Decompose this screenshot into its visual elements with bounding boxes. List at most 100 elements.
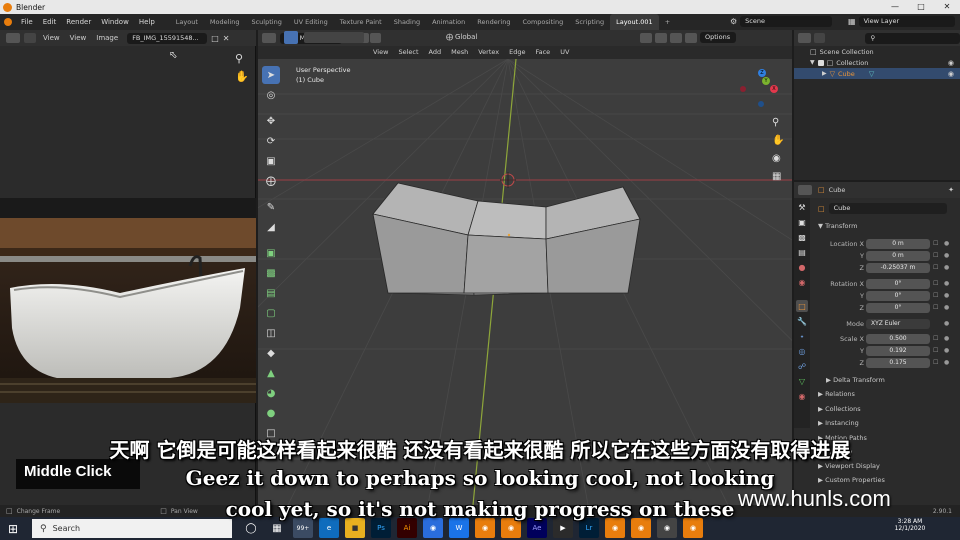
edge-browser-icon[interactable]: e <box>319 518 339 538</box>
vp-menu-vertex[interactable]: Vertex <box>473 46 504 59</box>
vp-menu-edge[interactable]: Edge <box>504 46 530 59</box>
gizmo-y-axis[interactable]: Y <box>762 77 770 85</box>
editor-type-icon[interactable] <box>798 33 812 43</box>
tab-animation[interactable]: Animation <box>426 14 471 30</box>
display-mode-icon[interactable] <box>814 33 826 43</box>
overlay-icon[interactable] <box>670 32 682 43</box>
vp-menu-mesh[interactable]: Mesh <box>446 46 473 59</box>
instancing-section[interactable]: ▶ Instancing <box>818 419 859 427</box>
view-layer-field[interactable]: View Layer <box>858 16 955 27</box>
select-box-tool-icon[interactable]: ➤ <box>262 66 280 84</box>
scale-y-field[interactable]: 0.192 <box>866 346 930 356</box>
tab-compositing[interactable]: Compositing <box>516 14 569 30</box>
keyframe-dot-icon[interactable]: ● <box>944 347 949 354</box>
select-mode-buttons[interactable] <box>304 32 364 43</box>
vp-menu-view[interactable]: View <box>368 46 393 59</box>
tab-rendering[interactable]: Rendering <box>471 14 516 30</box>
view-layer-selector[interactable]: ▦ View Layer <box>848 16 955 27</box>
keyframe-dot-icon[interactable]: ● <box>944 304 949 311</box>
active-blender-icon[interactable]: ◉ <box>657 518 677 538</box>
outliner-row-scene-collection[interactable]: □ Scene Collection <box>794 46 960 57</box>
outliner-row-collection[interactable]: ▼ □ Collection ◉ <box>794 57 960 68</box>
rotate-tool-icon[interactable]: ⟳ <box>262 132 280 150</box>
lock-icon[interactable]: ☐ <box>933 292 938 299</box>
outliner-search[interactable]: ⚲ <box>865 32 960 44</box>
after-effects-icon[interactable]: Ae <box>527 518 547 538</box>
vp-menu-uv[interactable]: UV <box>555 46 574 59</box>
vp-menu-select[interactable]: Select <box>393 46 423 59</box>
tab-layout[interactable]: Layout <box>170 14 204 30</box>
vp-menu-face[interactable]: Face <box>530 46 555 59</box>
location-z-field[interactable]: -0.25037 m <box>866 263 930 273</box>
scene-field[interactable]: Scene <box>740 16 833 27</box>
word-icon[interactable]: W <box>449 518 469 538</box>
output-tab-icon[interactable]: ▩ <box>796 231 808 243</box>
lock-icon[interactable]: ☐ <box>933 240 938 247</box>
relations-section[interactable]: ▶ Relations <box>818 390 855 398</box>
blender-task-icon-3[interactable]: ◉ <box>605 518 625 538</box>
xray-icon[interactable] <box>685 32 697 43</box>
file-explorer-icon[interactable]: ■ <box>345 518 365 538</box>
scene-selector[interactable]: ⚙ Scene <box>730 16 833 27</box>
keyframe-dot-icon[interactable]: ● <box>944 292 949 299</box>
keyframe-dot-icon[interactable]: ● <box>944 320 949 327</box>
view-layer-tab-icon[interactable]: ▤ <box>796 246 808 258</box>
tool-tab-icon[interactable]: ⚒ <box>796 201 808 213</box>
taskbar-search[interactable]: ⚲ Search <box>32 519 232 538</box>
tab-scripting[interactable]: Scripting <box>569 14 610 30</box>
menu-image[interactable]: Image <box>91 30 123 46</box>
lock-icon[interactable]: ☐ <box>933 252 938 259</box>
editor-type-icon[interactable] <box>262 33 276 43</box>
annotate-tool-icon[interactable]: ✎ <box>262 198 280 216</box>
physics-tab-icon[interactable]: ◎ <box>796 345 808 357</box>
visibility-eye-icon[interactable]: ◉ <box>948 59 954 67</box>
scale-x-field[interactable]: 0.500 <box>866 334 930 344</box>
world-tab-icon[interactable]: ◉ <box>796 276 808 288</box>
menu-window[interactable]: Window <box>96 14 134 30</box>
transform-tool-icon[interactable]: ⨁ <box>262 172 280 190</box>
blender-menu-icon[interactable] <box>4 18 12 26</box>
maximize-icon[interactable]: □ <box>908 0 934 14</box>
scale-z-field[interactable]: 0.175 <box>866 358 930 368</box>
pin-icon[interactable]: ✦ <box>948 186 954 194</box>
keyframe-dot-icon[interactable]: ● <box>944 240 949 247</box>
checkbox-icon[interactable] <box>817 59 824 66</box>
ortho-toggle-icon[interactable]: ▦ <box>772 171 781 182</box>
keyframe-dot-icon[interactable]: ● <box>944 280 949 287</box>
windows-start-icon[interactable]: ⊞ <box>8 522 18 536</box>
collections-section[interactable]: ▶ Collections <box>818 405 861 413</box>
tab-shading[interactable]: Shading <box>388 14 426 30</box>
proportional-icon[interactable] <box>655 32 667 43</box>
viewport-zoom-icon[interactable]: ⚲ <box>772 117 779 128</box>
extrude-tool-icon[interactable]: ▩ <box>262 264 280 282</box>
chrome-icon[interactable]: ◉ <box>423 518 443 538</box>
transform-section-header[interactable]: ▼ Transform <box>818 222 857 230</box>
zoom-icon[interactable]: ⚲ <box>235 52 243 65</box>
constraints-tab-icon[interactable]: ☍ <box>796 360 808 372</box>
delta-transform-section[interactable]: ▶ Delta Transform <box>826 376 885 384</box>
gizmo-z-axis[interactable]: Z <box>758 69 766 77</box>
modifier-tab-icon[interactable]: 🔧 <box>796 315 808 327</box>
loop-cut-tool-icon[interactable]: ◫ <box>262 324 280 342</box>
transform-orientation[interactable]: ⨁ Global <box>446 33 477 41</box>
options-dropdown[interactable]: Options <box>700 32 736 43</box>
vp-menu-add[interactable]: Add <box>424 46 447 59</box>
tab-texture-paint[interactable]: Texture Paint <box>334 14 388 30</box>
image-close-icon[interactable]: ✕ <box>223 34 230 43</box>
tab-uv-editing[interactable]: UV Editing <box>288 14 334 30</box>
measure-tool-icon[interactable]: ◢ <box>262 218 280 236</box>
keyframe-dot-icon[interactable]: ● <box>944 359 949 366</box>
knife-tool-icon[interactable]: ◆ <box>262 344 280 362</box>
location-x-field[interactable]: 0 m <box>866 239 930 249</box>
tab-modeling[interactable]: Modeling <box>204 14 246 30</box>
scale-tool-icon[interactable]: ▣ <box>262 152 280 170</box>
blender-task-icon-4[interactable]: ◉ <box>631 518 651 538</box>
menu-view[interactable]: View <box>65 30 92 46</box>
illustrator-icon[interactable]: Ai <box>397 518 417 538</box>
object-tab-icon[interactable]: □ <box>796 300 808 312</box>
visibility-eye-icon[interactable]: ◉ <box>948 70 954 78</box>
photoshop-icon[interactable]: Ps <box>371 518 391 538</box>
camera-view-icon[interactable]: ◉ <box>772 153 781 164</box>
menu-edit[interactable]: Edit <box>38 14 62 30</box>
material-tab-icon[interactable]: ◉ <box>796 390 808 402</box>
